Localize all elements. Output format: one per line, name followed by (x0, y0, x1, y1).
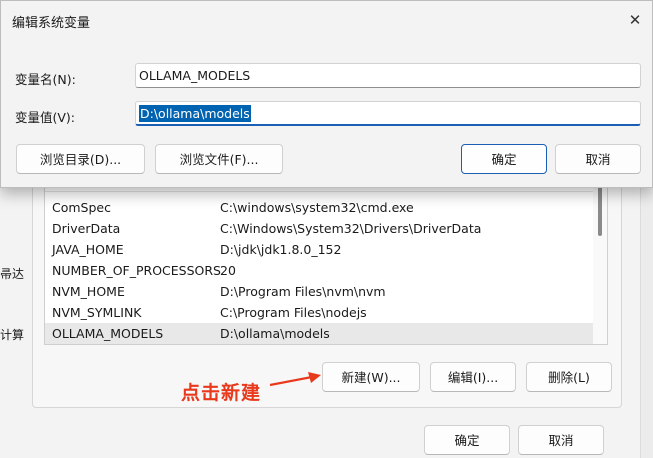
variable-name: JAVA_HOME (52, 242, 124, 257)
browse-directory-button[interactable]: 浏览目录(D)... (16, 144, 145, 174)
variable-value: D:\Program Files\nvm\nvm (220, 284, 386, 299)
variable-value-label: 变量值(V): (15, 110, 76, 125)
variable-value: C:\windows\system32\cmd.exe (220, 200, 414, 215)
delete-variable-button[interactable]: 删除(L) (526, 362, 612, 392)
variable-value: C:\Program Files\nodejs (220, 305, 367, 320)
dialog-cancel-button[interactable]: 取消 (555, 144, 641, 174)
annotation-click-new: 点击新建 (181, 382, 262, 404)
background-fragment-text: 帚达 (0, 267, 25, 281)
variable-value-field[interactable]: D:\ollama\models (135, 101, 641, 126)
table-row[interactable]: DriverData C:\Windows\System32\Drivers\D… (45, 218, 593, 239)
new-variable-button[interactable]: 新建(W)... (322, 362, 420, 392)
close-icon[interactable]: ✕ (621, 7, 649, 33)
variable-value: C:\Windows\System32\Drivers\DriverData (220, 221, 482, 236)
dialog-title: 编辑系统变量 (12, 16, 91, 31)
annotation-arrow-icon (269, 372, 321, 387)
system-variables-list[interactable]: ComSpec C:\windows\system32\cmd.exe Driv… (44, 165, 608, 345)
cancel-button[interactable]: 取消 (518, 425, 604, 455)
ok-button[interactable]: 确定 (424, 425, 510, 455)
variable-name: NVM_HOME (52, 284, 125, 299)
edit-system-variable-dialog: 编辑系统变量 ✕ 变量名(N): OLLAMA_MODELS 变量值(V): D… (0, 0, 653, 188)
list-scrollbar-thumb[interactable] (598, 184, 602, 236)
variable-name: OLLAMA_MODELS (52, 326, 164, 341)
variable-name-field[interactable]: OLLAMA_MODELS (135, 63, 641, 88)
variable-name: NUMBER_OF_PROCESSORS (52, 263, 221, 278)
table-row[interactable]: NUMBER_OF_PROCESSORS 20 (45, 260, 593, 281)
table-row[interactable]: ComSpec C:\windows\system32\cmd.exe (45, 197, 593, 218)
variable-value-field-value: D:\ollama\models (139, 105, 251, 122)
dialog-ok-button[interactable]: 确定 (461, 144, 547, 174)
variable-name: ComSpec (52, 200, 111, 215)
table-row-selected[interactable]: OLLAMA_MODELS D:\ollama\models (45, 323, 593, 344)
variable-name-field-value: OLLAMA_MODELS (139, 68, 251, 83)
variable-name-label: 变量名(N): (15, 72, 76, 87)
table-row[interactable]: JAVA_HOME D:\jdk\jdk1.8.0_152 (45, 239, 593, 260)
table-row[interactable]: NVM_SYMLINK C:\Program Files\nodejs (45, 302, 593, 323)
variable-name: DriverData (52, 221, 121, 236)
edit-variable-button[interactable]: 编辑(I)... (430, 362, 516, 392)
table-row[interactable]: NVM_HOME D:\Program Files\nvm\nvm (45, 281, 593, 302)
browse-file-button[interactable]: 浏览文件(F)... (155, 144, 283, 174)
variable-value: D:\jdk\jdk1.8.0_152 (220, 242, 342, 257)
variable-name: NVM_SYMLINK (52, 305, 142, 320)
background-fragment-text: 计算 (0, 328, 25, 342)
variable-value: 20 (220, 263, 236, 278)
variable-value: D:\ollama\models (220, 326, 330, 341)
